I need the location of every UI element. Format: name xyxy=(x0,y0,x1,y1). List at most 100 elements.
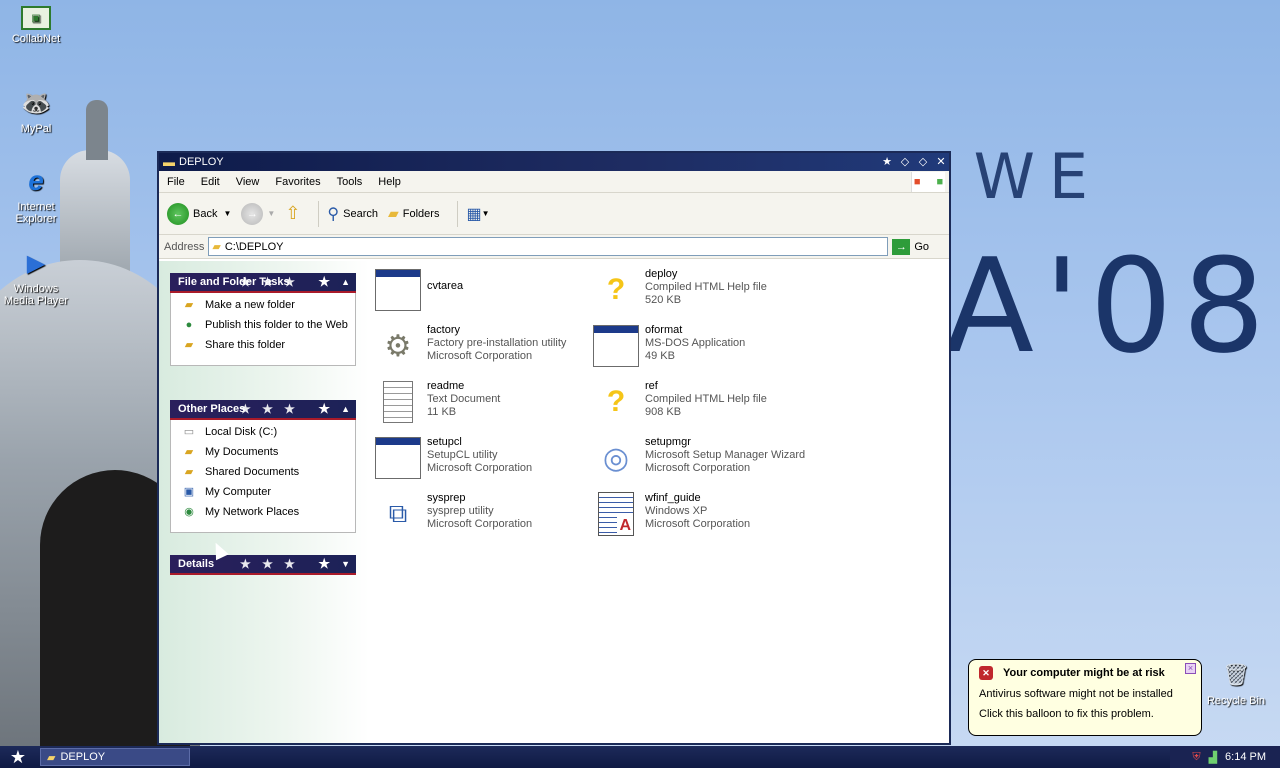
recycle-bin-icon: 🗑 xyxy=(1222,662,1250,687)
close-icon[interactable]: × xyxy=(1185,663,1196,674)
start-button[interactable]: ★ xyxy=(0,746,36,768)
desktop-icon-label: MyPal xyxy=(20,123,52,135)
back-button[interactable]: ← Back ▼ xyxy=(167,202,231,225)
task-make-new-folder[interactable]: ▰ Make a new folder xyxy=(181,299,349,313)
file-item[interactable]: cvtarea xyxy=(373,266,588,316)
place-network[interactable]: ◉ My Network Places xyxy=(181,506,349,520)
file-name: ref xyxy=(645,380,658,392)
file-name: deploy xyxy=(645,268,678,280)
desktop-icon-internet-explorer[interactable]: e Internet Explorer xyxy=(0,164,72,225)
desktop-icon-mypal[interactable]: 🦝 MyPal xyxy=(0,86,72,136)
file-name: wfinf_guide xyxy=(645,492,701,504)
network-icon[interactable]: ▟ xyxy=(1209,751,1217,764)
panel-title: Details xyxy=(178,558,215,570)
chevron-down-icon: ▼ xyxy=(481,209,490,218)
folders-icon: ▰ xyxy=(387,205,399,221)
toolbar-separator xyxy=(318,200,320,227)
other-places-panel: ★ ★ ★ Other Places ★ ▲ ▭ Local Disk (C:)… xyxy=(170,400,356,533)
panel-header[interactable]: ★ ★ ★ Other Places ★ ▲ xyxy=(170,400,356,420)
place-local-disk[interactable]: ▭ Local Disk (C:) xyxy=(181,426,349,440)
taskbar-item-deploy[interactable]: ▰ DEPLOY xyxy=(40,748,190,766)
close-button[interactable]: ✕ xyxy=(933,155,949,169)
clock[interactable]: 6:14 PM xyxy=(1225,751,1266,763)
star-icon: ★ xyxy=(318,556,330,571)
toolbar: ← Back ▼ → ▼ ⇧ ⚲ Search ▰ Folders ▦ ▼ xyxy=(159,193,949,235)
file-item[interactable]: oformat MS-DOS Application 49 KB xyxy=(591,322,806,372)
desktop-icon-recycle-bin[interactable]: 🗑 Recycle Bin xyxy=(1200,658,1272,707)
new-folder-icon: ▰ xyxy=(184,299,194,311)
desktop-icon-media-player[interactable]: ▶ Windows Media Player xyxy=(0,246,72,308)
go-arrow-icon: → xyxy=(892,238,911,255)
file-name: factory xyxy=(427,324,461,336)
search-button[interactable]: ⚲ Search xyxy=(327,204,378,224)
file-size: 49 KB xyxy=(645,350,675,362)
search-icon: ⚲ xyxy=(327,205,340,223)
file-item[interactable]: setupcl SetupCL utility Microsoft Corporat… xyxy=(373,434,588,484)
file-type: sysprep utility xyxy=(427,505,494,517)
place-label: Shared Documents xyxy=(205,466,300,478)
menu-favorites[interactable]: Favorites xyxy=(267,176,328,188)
task-label: Publish this folder to the Web xyxy=(205,319,348,331)
star-icon: ★ xyxy=(882,156,892,168)
forward-button[interactable]: → ▼ xyxy=(241,202,275,225)
my-documents-icon: ▰ xyxy=(184,446,194,458)
title-bar[interactable]: ▬ DEPLOY ★ ◇ ◇ ✕ xyxy=(159,153,949,171)
views-button[interactable]: ▦ ▼ xyxy=(466,204,489,224)
menu-view[interactable]: View xyxy=(228,176,268,188)
address-input[interactable]: ▰ C:\DEPLOY xyxy=(208,237,889,256)
go-button[interactable]: → Go xyxy=(892,238,929,255)
panel-header[interactable]: ★ ★ ★ File and Folder Tasks ★ ▲ xyxy=(170,273,356,293)
file-type: SetupCL utility xyxy=(427,449,498,461)
file-item[interactable]: ⚙ factory Factory pre-installation utilit… xyxy=(373,322,588,372)
folders-label: Folders xyxy=(402,207,440,220)
place-label: My Computer xyxy=(205,486,272,498)
capitol-spire xyxy=(86,100,108,160)
up-folder-button[interactable]: ⇧ xyxy=(285,203,300,224)
file-item[interactable]: ◎ setupmgr Microsoft Setup Manager Wizard… xyxy=(591,434,806,484)
menu-tools[interactable]: Tools xyxy=(329,176,371,188)
gears-icon: ⚙ xyxy=(384,329,412,363)
taskbar-item-label: DEPLOY xyxy=(60,751,106,763)
stars-decoration: ★ ★ ★ xyxy=(240,402,299,416)
file-item[interactable]: A wfinf_guide Windows XP Microsoft Corpora… xyxy=(591,490,806,540)
security-balloon[interactable]: ✕ Your computer might be at risk × Antiv… xyxy=(968,659,1202,736)
panel-title: File and Folder Tasks xyxy=(178,276,290,288)
file-item[interactable]: ? deploy Compiled HTML Help file 520 KB xyxy=(591,266,806,316)
file-item[interactable]: readme Text Document 11 KB xyxy=(373,378,588,428)
chevron-up-icon[interactable]: ▲ xyxy=(341,277,350,287)
menu-edit[interactable]: Edit xyxy=(193,176,228,188)
security-shield-icon[interactable]: ⛨ xyxy=(1192,751,1200,764)
minimize-button[interactable]: ◇ xyxy=(897,155,913,169)
task-share-folder[interactable]: ▰ Share this folder xyxy=(181,339,349,353)
panel-body: ▭ Local Disk (C:) ▰ My Documents ▰ Share… xyxy=(170,420,356,533)
publish-web-icon: ● xyxy=(185,319,193,331)
file-item[interactable]: ? ref Compiled HTML Help file 908 KB xyxy=(591,378,806,428)
window-title: DEPLOY xyxy=(179,156,224,168)
network-computers-icon: ⧉ xyxy=(388,498,408,528)
place-my-documents[interactable]: ▰ My Documents xyxy=(181,446,349,460)
folders-button[interactable]: ▰ Folders xyxy=(388,205,439,222)
menu-help[interactable]: Help xyxy=(370,176,409,188)
file-item[interactable]: ⧉ sysprep sysprep utility Microsoft Corpor… xyxy=(373,490,588,540)
place-my-computer[interactable]: ▣ My Computer xyxy=(181,486,349,500)
panel-header[interactable]: ★ ★ ★ Details ★ ▼ xyxy=(170,555,356,575)
content-area: ★ ★ ★ File and Folder Tasks ★ ▲ ▰ Make a… xyxy=(159,261,949,743)
maximize-button[interactable]: ◇ xyxy=(915,155,931,169)
menu-file[interactable]: File xyxy=(159,176,193,188)
help-file-icon: ? xyxy=(606,385,626,418)
task-publish-folder[interactable]: ● Publish this folder to the Web xyxy=(181,319,349,333)
desktop-icon-label: Internet Explorer xyxy=(15,201,57,225)
app-window-icon xyxy=(375,269,421,311)
folder-icon: ▰ xyxy=(212,241,221,253)
chevron-up-icon[interactable]: ▲ xyxy=(341,404,350,414)
panel-body: ▰ Make a new folder ● Publish this folde… xyxy=(170,293,356,366)
place-shared-documents[interactable]: ▰ Shared Documents xyxy=(181,466,349,480)
desktop-icon-collabnet[interactable]: ▣ CollabNet xyxy=(0,6,72,45)
task-label: Make a new folder xyxy=(205,299,295,311)
chevron-down-icon[interactable]: ▼ xyxy=(341,559,350,569)
chevron-down-icon[interactable]: ▼ xyxy=(223,209,231,218)
share-folder-icon: ▰ xyxy=(184,339,194,351)
toolbar-separator xyxy=(457,200,459,227)
panel-title: Other Places xyxy=(178,403,246,415)
details-panel: ★ ★ ★ Details ★ ▼ xyxy=(170,555,356,575)
